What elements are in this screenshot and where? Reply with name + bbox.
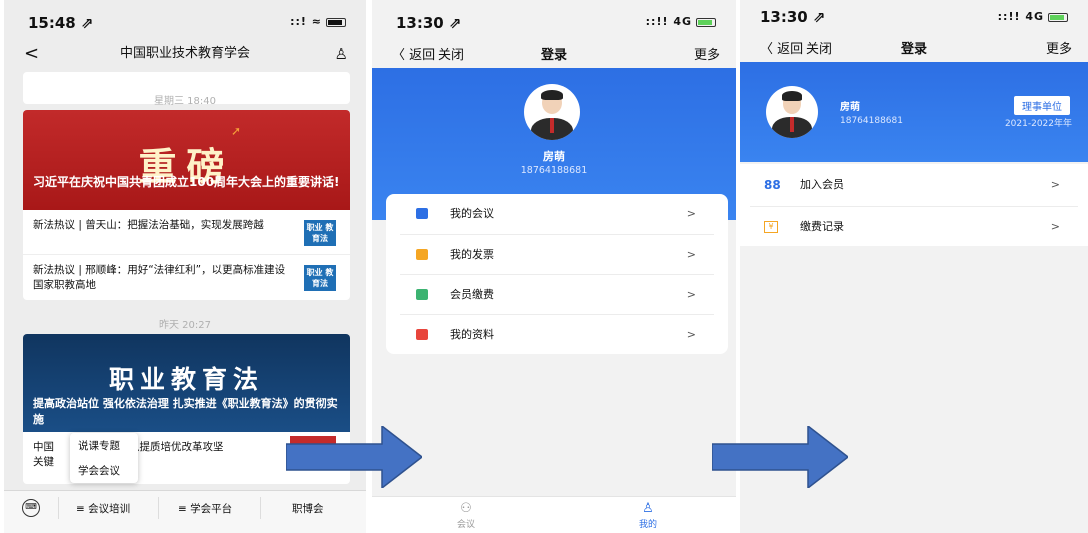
news-thumbnail: 职业 教育法 bbox=[304, 220, 336, 246]
status-time: 13:30 ⇗ bbox=[396, 14, 462, 32]
tab-mine[interactable]: ♙ 我的 bbox=[628, 501, 668, 530]
banner-headline: 职业教育法 bbox=[108, 365, 264, 394]
news-title-line2: 关键 bbox=[33, 456, 54, 468]
chevron-right-icon: > bbox=[686, 328, 696, 341]
account-menu-bar: ⌨ ≡ 会议培训 ≡ 学会平台 职博会 bbox=[4, 490, 366, 533]
submenu-item[interactable]: 学会会议 bbox=[70, 458, 138, 483]
battery-icon bbox=[1048, 12, 1068, 22]
menu-meeting-training[interactable]: ≡ 会议培训 bbox=[76, 501, 130, 516]
menu-item-label: 我的发票 bbox=[450, 248, 494, 261]
menu-society-platform[interactable]: ≡ 学会平台 bbox=[178, 501, 232, 516]
status-bar: 13:30 ⇗ ::!! 4G bbox=[740, 0, 1088, 40]
profile-phone: 18764188681 bbox=[840, 116, 903, 126]
chevron-right-icon: > bbox=[686, 288, 696, 301]
article-banner[interactable]: ➚ 重磅 习近平在庆祝中国共青团成立100周年大会上的重要讲话! bbox=[23, 110, 350, 210]
profile-menu: 我的会议 > 我的发票 > 会员缴费 > 我的资料 > bbox=[386, 194, 728, 354]
page-title: 中国职业技术教育学会 bbox=[119, 46, 250, 61]
avatar bbox=[524, 84, 580, 140]
menu-item-label: 缴费记录 bbox=[800, 220, 844, 233]
submenu-popup: 说课专题 学会会议 bbox=[70, 433, 138, 483]
menu-item-my-meetings[interactable]: 我的会议 > bbox=[400, 194, 714, 234]
menu-divider bbox=[58, 497, 59, 519]
menu-item-join-member[interactable]: 88 加入会员 > bbox=[750, 164, 1078, 206]
meeting-tab-icon: ⚇ bbox=[460, 501, 472, 516]
tab-bar: ⚇ 会议 ♙ 我的 bbox=[372, 496, 736, 533]
payment-record-icon: ¥ bbox=[764, 221, 778, 233]
page-title: 登录 bbox=[900, 42, 927, 57]
nav-bar: < 中国职业技术教育学会 ♙ bbox=[4, 40, 366, 74]
avatar bbox=[766, 86, 818, 138]
menu-divider bbox=[158, 497, 159, 519]
more-button[interactable]: 更多 bbox=[694, 44, 720, 63]
user-tab-icon: ♙ bbox=[642, 501, 654, 516]
chevron-right-icon: > bbox=[686, 207, 696, 220]
status-time: 13:30 ⇗ bbox=[760, 8, 826, 26]
profile-name: 房萌 bbox=[543, 150, 565, 163]
news-title-start: 中国 bbox=[33, 441, 54, 453]
article-card[interactable]: ➚ 重磅 习近平在庆祝中国共青团成立100周年大会上的重要讲话! 新法热议 | … bbox=[23, 110, 350, 300]
menu-item-my-profile[interactable]: 我的资料 > bbox=[400, 314, 714, 354]
menu-item-label: 加入会员 bbox=[800, 178, 844, 191]
page-title: 登录 bbox=[540, 48, 567, 63]
tab-meetings[interactable]: ⚇ 会议 bbox=[446, 501, 486, 530]
nav-bar: 〈 返回 关闭 登录 更多 bbox=[372, 44, 736, 66]
signal-indicator: ::!! 4G bbox=[998, 10, 1068, 23]
menu-item-label: 会员缴费 bbox=[450, 288, 494, 301]
battery-icon bbox=[326, 17, 346, 27]
folder-icon bbox=[416, 329, 428, 340]
message-timestamp: 星期三 18:40 bbox=[154, 96, 216, 107]
battery-icon bbox=[696, 17, 716, 27]
news-title: 新法热议 | 邢顺峰：用好“法律红利”，以更高标准建设国家职教高地 bbox=[33, 264, 286, 291]
user-icon[interactable]: ♙ bbox=[335, 40, 348, 68]
profile-phone: 18764188681 bbox=[520, 165, 588, 176]
profile-screen: 13:30 ⇗ ::!! 4G 〈 返回 关闭 登录 更多 房萌 1876418… bbox=[372, 0, 736, 533]
menu-item-my-invoices[interactable]: 我的发票 > bbox=[400, 234, 714, 274]
news-title: 新法热议 | 曾天山：把握法治基础，实现发展跨越 bbox=[33, 219, 264, 231]
more-button[interactable]: 更多 bbox=[1046, 38, 1072, 57]
message-timestamp: 昨天 20:27 bbox=[159, 320, 211, 331]
keyboard-icon[interactable]: ⌨ bbox=[22, 499, 40, 517]
meeting-icon bbox=[416, 208, 428, 219]
status-bar: 15:48 ⇗ ::! ≈ bbox=[4, 0, 366, 44]
signal-indicator: ::! ≈ bbox=[290, 15, 346, 28]
menu-divider bbox=[260, 497, 261, 519]
chevron-right-icon: > bbox=[1050, 220, 1060, 233]
tab-label: 会议 bbox=[456, 520, 475, 530]
article-banner[interactable]: 职业教育法 提高政治站位 强化依法治理 扎实推进《职业教育法》的贯彻实施 bbox=[23, 334, 350, 432]
menu-item-label: 我的资料 bbox=[450, 328, 494, 341]
invoice-icon bbox=[416, 249, 428, 260]
banner-caption: 习近平在庆祝中国共青团成立100周年大会上的重要讲话! bbox=[33, 175, 340, 189]
banner-caption: 提高政治站位 强化依法治理 扎实推进《职业教育法》的贯彻实施 bbox=[33, 397, 338, 426]
list-item[interactable]: 新法热议 | 邢顺峰：用好“法律红利”，以更高标准建设国家职教高地 职业 教育法 bbox=[23, 254, 350, 298]
profile-name: 房萌 bbox=[840, 102, 860, 113]
status-badge: 理事单位 bbox=[1014, 96, 1070, 115]
list-item[interactable]: 新法热议 | 曾天山：把握法治基础，实现发展跨越 职业 教育法 bbox=[23, 210, 350, 254]
menu-item-member-fees[interactable]: 会员缴费 > bbox=[400, 274, 714, 314]
membership-period: 2021-2022年年 bbox=[1004, 119, 1072, 129]
status-time: 15:48 ⇗ bbox=[28, 14, 94, 32]
wallet-icon bbox=[416, 289, 428, 300]
menu-item-label: 我的会议 bbox=[450, 207, 494, 220]
submenu-item[interactable]: 说课专题 bbox=[70, 433, 138, 458]
grid-icon: 88 bbox=[764, 178, 781, 192]
flow-arrow-icon bbox=[712, 426, 848, 488]
menu-item-payment-records[interactable]: ¥ 缴费记录 > bbox=[750, 206, 1078, 246]
membership-menu: 88 加入会员 > ¥ 缴费记录 > bbox=[740, 164, 1088, 246]
flow-arrow-icon bbox=[286, 426, 422, 488]
signal-indicator: ::!! 4G bbox=[646, 15, 716, 28]
menu-job-fair[interactable]: 职博会 bbox=[292, 501, 324, 516]
news-thumbnail: 职业 教育法 bbox=[304, 265, 336, 291]
chevron-right-icon: > bbox=[686, 248, 696, 261]
chevron-right-icon: > bbox=[1050, 178, 1060, 191]
nav-bar: 〈 返回 关闭 登录 更多 bbox=[740, 38, 1088, 60]
status-bar: 13:30 ⇗ ::!! 4G bbox=[372, 0, 736, 44]
tab-label: 我的 bbox=[638, 520, 657, 530]
back-button[interactable]: < bbox=[24, 40, 39, 68]
